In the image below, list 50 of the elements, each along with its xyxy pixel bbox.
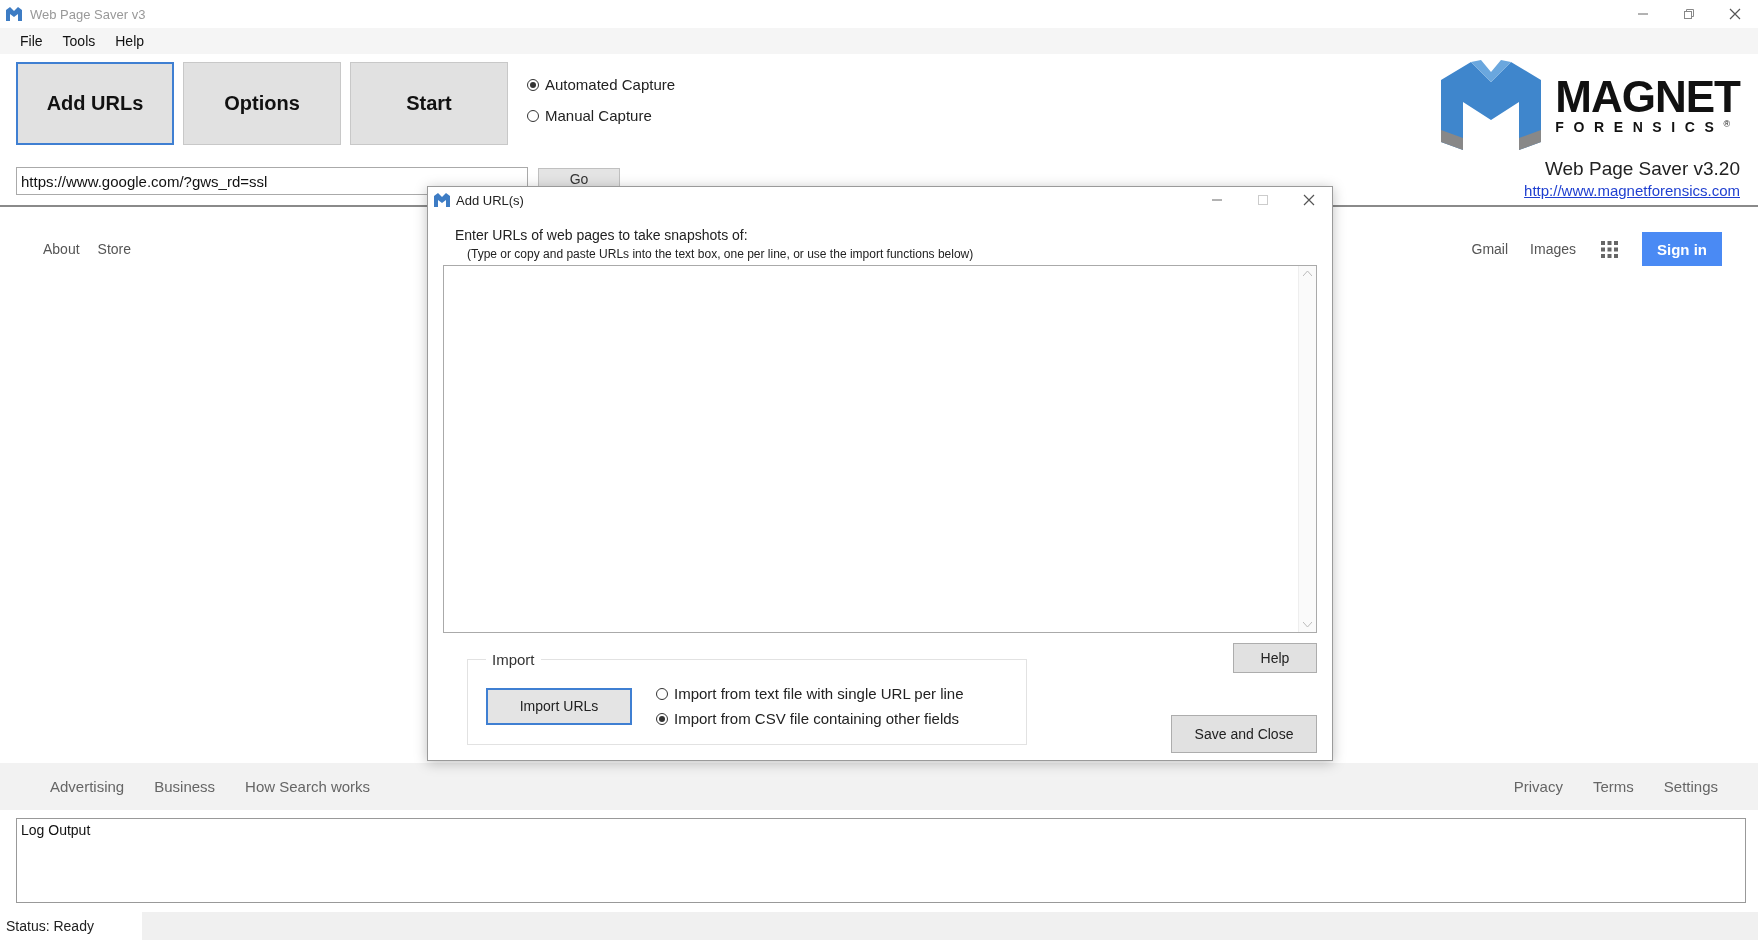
- toolbar-button[interactable]: Options: [183, 62, 341, 145]
- menu-item[interactable]: Tools: [52, 33, 106, 49]
- product-version: Web Page Saver v3.20: [1544, 158, 1740, 180]
- footer-link[interactable]: Settings: [1653, 778, 1728, 795]
- logo-subtitle: FORENSICS: [1555, 119, 1724, 135]
- import-urls-button[interactable]: Import URLs: [486, 687, 632, 725]
- group-title: Import: [491, 651, 536, 668]
- website-link[interactable]: http://www.magnetforensics.com: [1524, 182, 1740, 199]
- hint-text: (Type or copy and paste URLs into the text box, one per line, or use the import functions below): [467, 247, 975, 261]
- nav-link[interactable]: Gmail: [1462, 241, 1518, 257]
- close-icon: [1303, 194, 1315, 206]
- footer-link[interactable]: Privacy: [1503, 778, 1573, 795]
- window-title: Web Page Saver v3: [30, 6, 147, 22]
- footer-link[interactable]: How Search works: [235, 778, 381, 795]
- radio-option[interactable]: Automated Capture: [527, 76, 676, 93]
- radio-button[interactable]: [527, 109, 539, 122]
- save-and-close-button[interactable]: Save and Close: [1171, 715, 1317, 753]
- dialog-title: Add URL(s): [456, 192, 525, 208]
- footer-link[interactable]: Terms: [1582, 778, 1644, 795]
- url-field[interactable]: https://www.google.com/?gws_rd=ssl: [16, 167, 528, 195]
- radio-option[interactable]: Manual Capture: [527, 107, 676, 124]
- nav-link[interactable]: Images: [1521, 241, 1585, 257]
- restore-icon: [1683, 8, 1695, 20]
- nav-link[interactable]: Store: [88, 241, 141, 257]
- log-label: Log Output: [21, 822, 91, 838]
- magnet-logo-icon: [1441, 60, 1542, 150]
- maximize-icon: [1257, 194, 1269, 206]
- nav-link[interactable]: About: [34, 241, 89, 257]
- menu-item[interactable]: Help: [105, 33, 155, 49]
- toolbar-button[interactable]: Add URLs: [16, 62, 174, 145]
- scroll-down-icon: [1303, 622, 1312, 628]
- app-logo-icon: [434, 193, 450, 207]
- toolbar-button[interactable]: Start: [350, 62, 508, 145]
- radio-option[interactable]: Import from text file with single URL per line: [656, 685, 964, 702]
- help-button[interactable]: Help: [1233, 643, 1317, 673]
- logo-wordmark: MAGNET: [1555, 75, 1740, 119]
- scroll-up-icon: [1303, 270, 1312, 276]
- scrollbar[interactable]: [1298, 266, 1316, 632]
- registered-mark: ®: [1723, 119, 1731, 129]
- footer-link[interactable]: Business: [144, 778, 226, 795]
- radio-button[interactable]: [656, 687, 668, 700]
- footer-link[interactable]: Advertising: [40, 778, 135, 795]
- close-icon: [1729, 8, 1741, 20]
- instruction-text: Enter URLs of web pages to take snapshots of:: [455, 227, 749, 243]
- radio-button[interactable]: [527, 78, 539, 91]
- radio-option[interactable]: Import from CSV file containing other fields: [656, 710, 964, 727]
- menu-item[interactable]: File: [10, 33, 53, 49]
- app-logo-icon: [6, 7, 22, 21]
- apps-grid-icon[interactable]: [1601, 240, 1618, 258]
- radio-button[interactable]: [656, 712, 668, 725]
